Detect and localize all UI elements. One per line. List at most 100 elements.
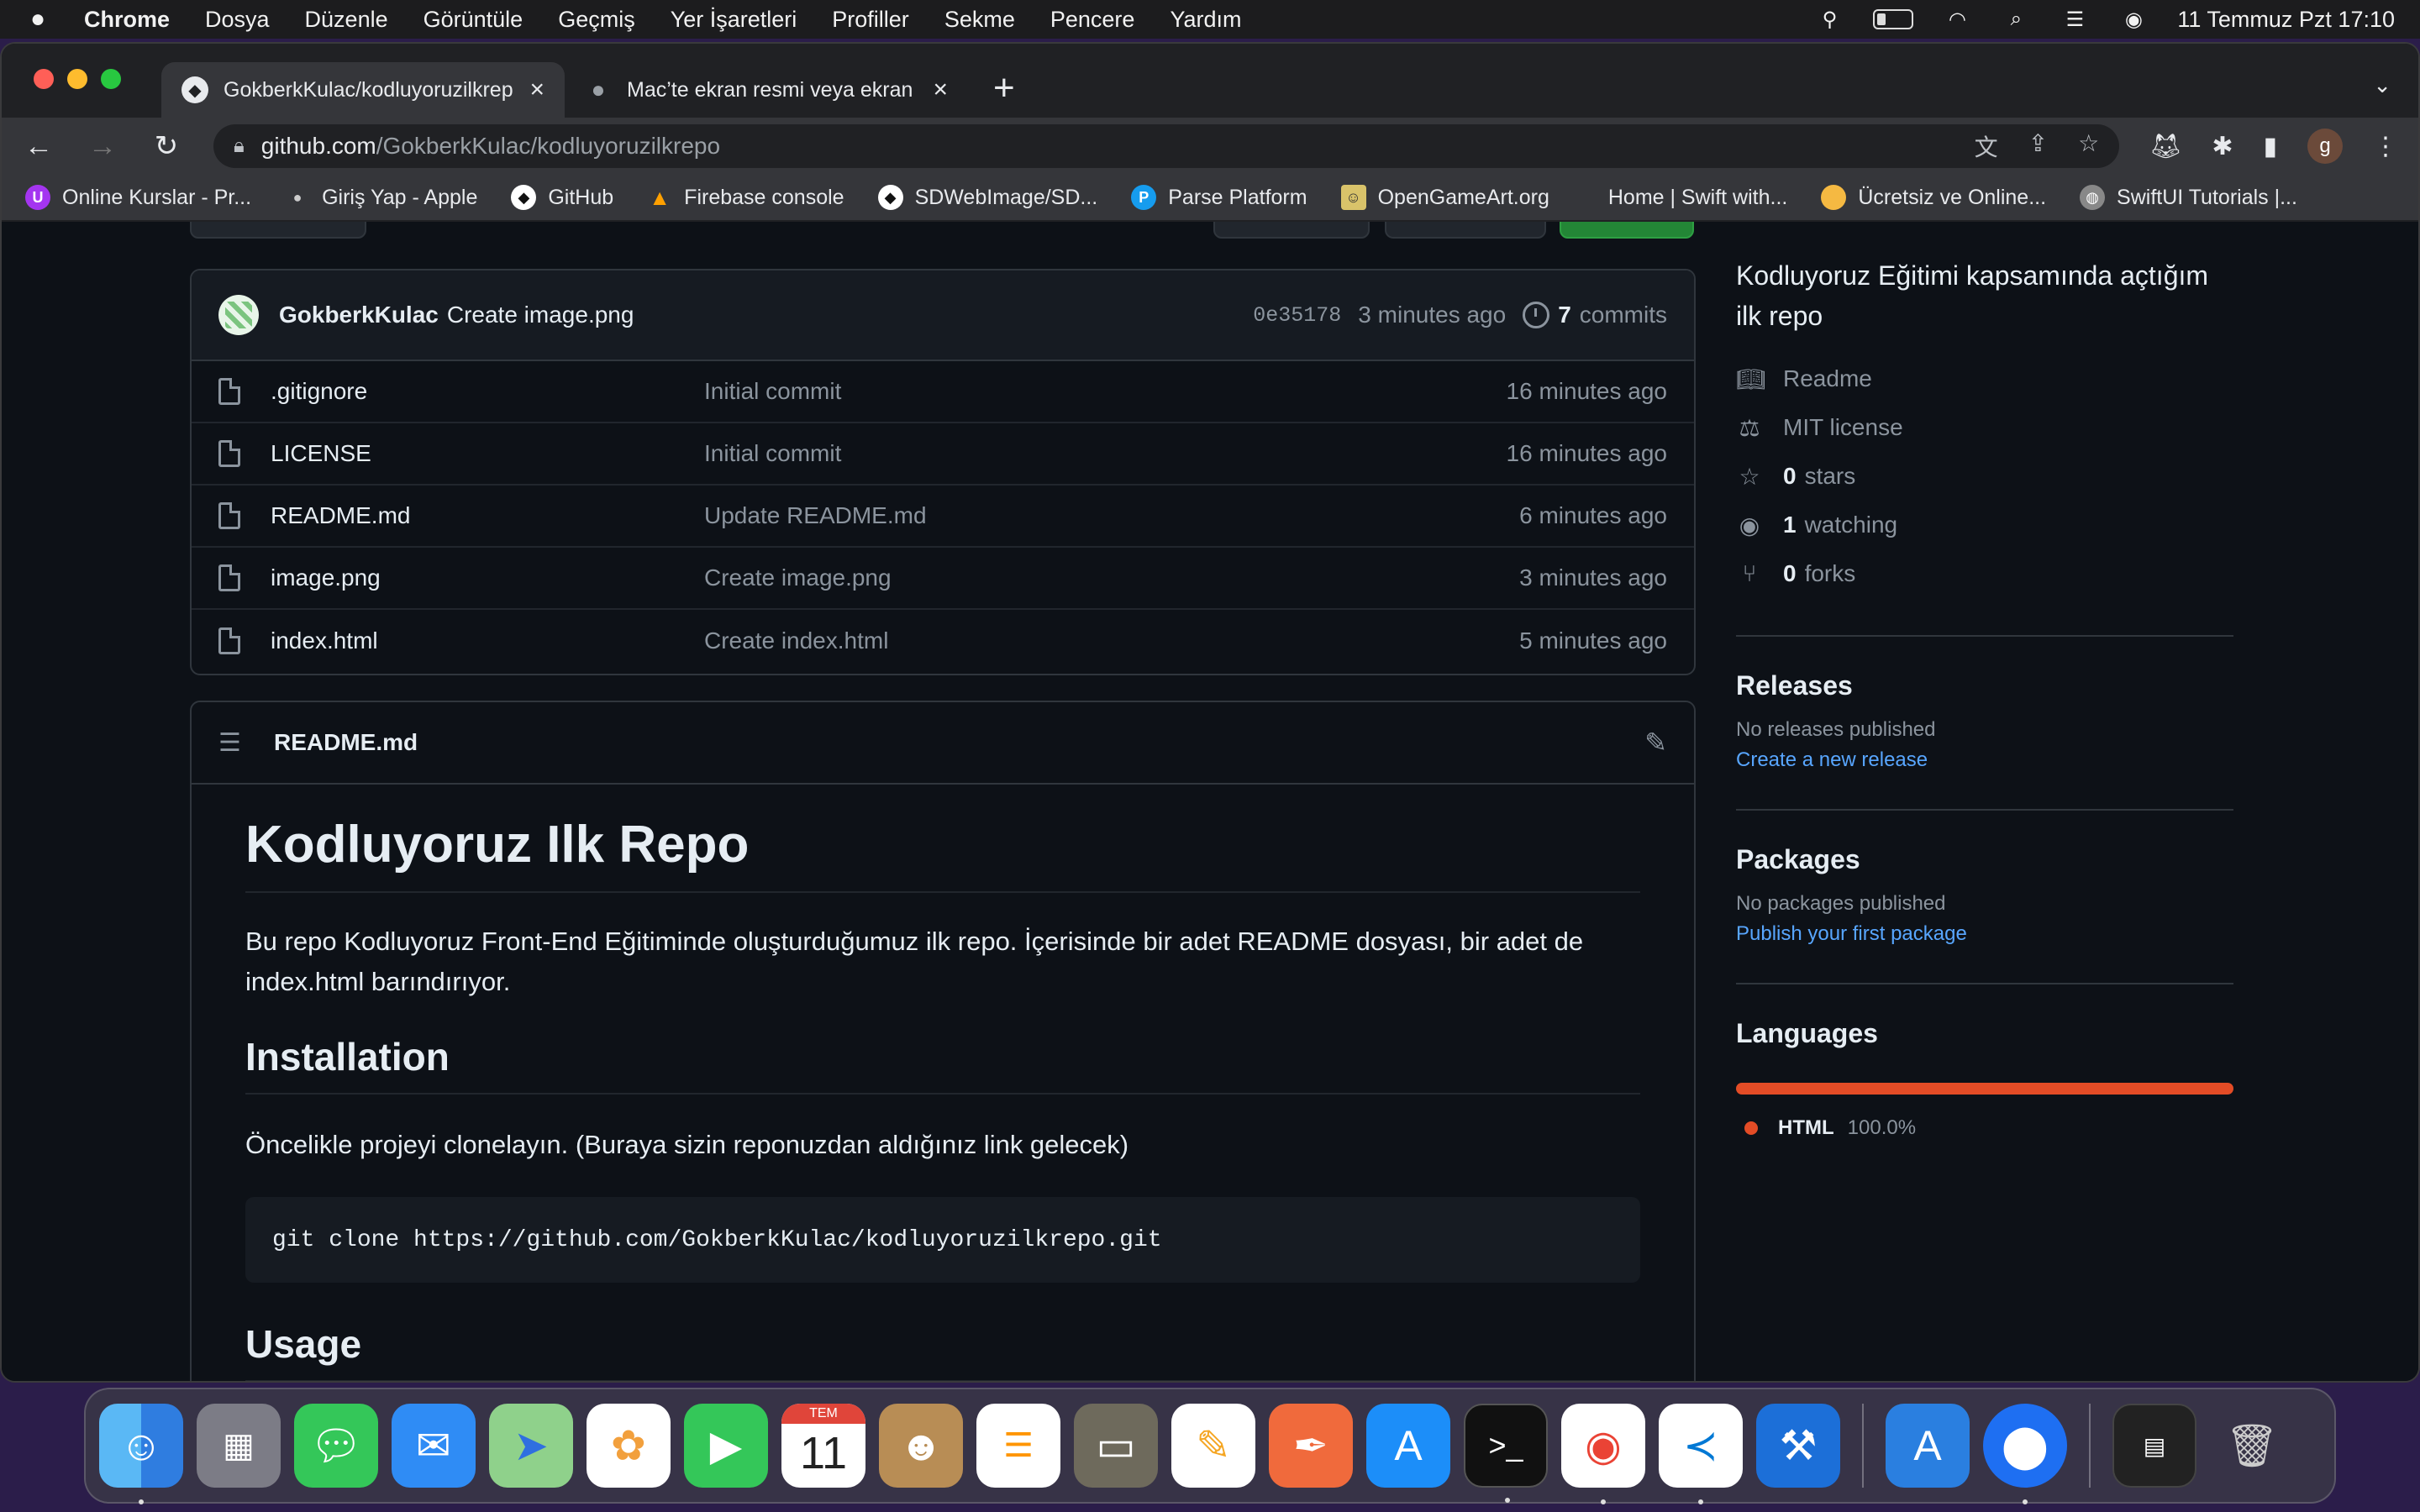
go-to-file-button[interactable]: [1213, 222, 1370, 239]
apple-menu-icon[interactable]: ●: [25, 5, 50, 34]
menu-gecmis[interactable]: Geçmiş: [558, 7, 635, 33]
mail-icon[interactable]: ✉: [392, 1404, 476, 1488]
sketch-pen-icon[interactable]: ✒: [1269, 1404, 1353, 1488]
branch-selector-button[interactable]: [190, 222, 366, 239]
facetime-icon[interactable]: ▶: [684, 1404, 768, 1488]
watching-link[interactable]: ◉ 1 watching: [1736, 501, 2233, 549]
battery-icon[interactable]: [1873, 9, 1914, 29]
extensions-puzzle-icon[interactable]: ✱: [2212, 132, 2233, 161]
file-name-link[interactable]: index.html: [271, 627, 704, 654]
file-commit-message[interactable]: Create image.png: [704, 564, 1519, 591]
tab-github-repo[interactable]: ◆ GokberkKulac/kodluyoruzilkrep ×: [161, 62, 565, 118]
reminders-icon[interactable]: ☰: [976, 1404, 1060, 1488]
close-tab-icon[interactable]: ×: [933, 76, 948, 104]
menu-yer-isaretleri[interactable]: Yer İşaretleri: [671, 7, 797, 33]
translate-icon[interactable]: 文: [1975, 129, 1998, 163]
bookmark-item[interactable]: Home | Swift with...: [1608, 186, 1788, 210]
reload-button[interactable]: ↻: [150, 129, 183, 163]
profile-avatar[interactable]: g: [2307, 129, 2343, 164]
close-tab-icon[interactable]: ×: [529, 76, 544, 104]
siri-icon[interactable]: ◉: [2118, 8, 2149, 31]
spotlight-search-icon[interactable]: ⌕: [2001, 8, 2031, 30]
packages-heading[interactable]: Packages: [1736, 844, 2233, 875]
pages-icon[interactable]: ✎: [1171, 1404, 1255, 1488]
menu-pencere[interactable]: Pencere: [1050, 7, 1135, 33]
menubar-datetime[interactable]: 11 Temmuz Pzt 17:10: [2177, 7, 2395, 33]
chrome-icon[interactable]: ◉: [1561, 1404, 1645, 1504]
commit-message[interactable]: Create image.png: [447, 302, 634, 328]
trash-icon[interactable]: 🗑︎: [2210, 1404, 2294, 1488]
side-panel-icon[interactable]: ▮: [2263, 132, 2277, 161]
forward-button[interactable]: →: [86, 130, 119, 163]
bookmark-star-icon[interactable]: ☆: [2078, 129, 2099, 163]
menu-yardim[interactable]: Yardım: [1170, 7, 1241, 33]
bookmark-item[interactable]: ◍ SwiftUI Tutorials |...: [2080, 185, 2297, 210]
file-name-link[interactable]: .gitignore: [271, 378, 704, 405]
new-tab-button[interactable]: +: [993, 67, 1015, 109]
bookmark-item[interactable]: ☺ OpenGameArt.org: [1340, 185, 1549, 210]
readme-link[interactable]: 📖︎ Readme: [1736, 354, 2233, 403]
publish-package-link[interactable]: Publish your first package: [1736, 922, 2233, 946]
terminal-icon[interactable]: >_: [1464, 1404, 1548, 1503]
share-icon[interactable]: ⇪: [2028, 129, 2048, 163]
file-commit-message[interactable]: Initial commit: [704, 378, 1507, 405]
simulator-icon[interactable]: A: [1886, 1404, 1970, 1488]
forks-link[interactable]: ⑂ 0 forks: [1736, 549, 2233, 598]
commit-author[interactable]: GokberkKulac: [279, 302, 439, 328]
antenna-icon[interactable]: ⚲: [1814, 8, 1844, 31]
menu-app-name[interactable]: Chrome: [84, 7, 170, 33]
license-link[interactable]: ⚖ MIT license: [1736, 403, 2233, 452]
notes-icon[interactable]: ▭: [1074, 1404, 1158, 1488]
file-commit-message[interactable]: Initial commit: [704, 440, 1507, 467]
bookmark-item[interactable]: ◆ SDWebImage/SD...: [877, 185, 1097, 210]
bookmark-item[interactable]: ▲ Firebase console: [647, 185, 844, 210]
code-button[interactable]: [1560, 222, 1694, 239]
minimize-window-button[interactable]: [67, 69, 87, 89]
menu-sekme[interactable]: Sekme: [944, 7, 1015, 33]
recent-window-thumbnail-icon[interactable]: ▤: [2112, 1404, 2196, 1488]
tab-search-chevron-icon[interactable]: ⌄: [2373, 72, 2391, 98]
releases-heading[interactable]: Releases: [1736, 670, 2233, 701]
bookmark-item[interactable]: ● Giriş Yap - Apple: [285, 185, 478, 210]
control-center-icon[interactable]: ☰: [2060, 8, 2090, 31]
menu-dosya[interactable]: Dosya: [205, 7, 270, 33]
file-name-link[interactable]: LICENSE: [271, 440, 704, 467]
address-bar[interactable]: 🔒︎ github.com/GokberkKulac/kodluyoruzilk…: [213, 124, 2120, 168]
zoom-window-button[interactable]: [101, 69, 121, 89]
url-text[interactable]: github.com/GokberkKulac/kodluyoruzilkrep…: [261, 133, 720, 160]
file-name-link[interactable]: image.png: [271, 564, 704, 591]
calendar-icon[interactable]: TEM 11: [781, 1404, 865, 1488]
bookmark-item[interactable]: ◆ GitHub: [511, 185, 613, 210]
bookmark-item[interactable]: Ücretsiz ve Online...: [1821, 185, 2046, 210]
metamask-extension-icon[interactable]: 🦊︎: [2149, 132, 2181, 161]
wifi-icon[interactable]: ◠: [1942, 8, 1972, 31]
table-of-contents-icon[interactable]: ☰: [218, 728, 244, 758]
commits-history-link[interactable]: 7 commits: [1523, 302, 1667, 328]
language-item[interactable]: HTML 100.0%: [1736, 1116, 2233, 1140]
menu-duzenle[interactable]: Düzenle: [305, 7, 388, 33]
file-commit-message[interactable]: Update README.md: [704, 502, 1519, 529]
file-commit-message[interactable]: Create index.html: [704, 627, 1519, 654]
bookmark-item[interactable]: P Parse Platform: [1131, 185, 1307, 210]
launchpad-icon[interactable]: ▦: [197, 1404, 281, 1488]
photos-icon[interactable]: ✿: [587, 1404, 671, 1488]
create-release-link[interactable]: Create a new release: [1736, 748, 2233, 772]
contacts-icon[interactable]: ☻: [879, 1404, 963, 1488]
readme-filename[interactable]: README.md: [274, 729, 418, 756]
commit-time[interactable]: 3 minutes ago: [1358, 302, 1506, 328]
chrome-menu-icon[interactable]: ⋮: [2373, 132, 2398, 161]
bookmark-item[interactable]: U Online Kurslar - Pr...: [25, 185, 251, 210]
app-store-icon[interactable]: A: [1366, 1404, 1450, 1488]
close-window-button[interactable]: [34, 69, 54, 89]
xcode-icon[interactable]: ⚒: [1756, 1404, 1840, 1488]
edit-pencil-icon[interactable]: ✎: [1644, 727, 1667, 759]
commit-sha[interactable]: 0e35178: [1253, 303, 1341, 328]
menu-goruntule[interactable]: Görüntüle: [424, 7, 523, 33]
add-file-button[interactable]: [1385, 222, 1546, 239]
menu-profiller[interactable]: Profiller: [832, 7, 909, 33]
messages-icon[interactable]: 💬︎: [294, 1404, 378, 1488]
file-name-link[interactable]: README.md: [271, 502, 704, 529]
code-block[interactable]: git clone https://github.com/GokberkKula…: [245, 1197, 1640, 1283]
tab-apple-support[interactable]: ● Mac’te ekran resmi veya ekran ×: [565, 62, 968, 118]
stars-link[interactable]: ☆ 0 stars: [1736, 452, 2233, 501]
